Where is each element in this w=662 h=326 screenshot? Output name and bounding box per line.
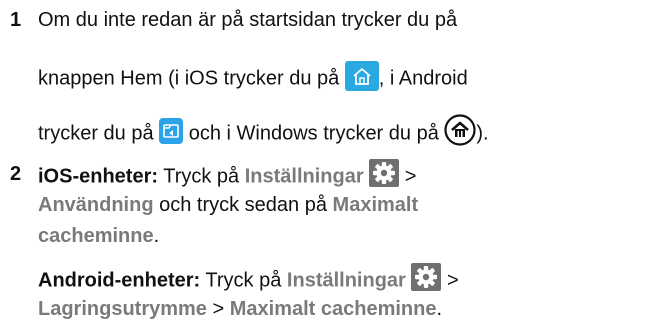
step-text: trycker du på bbox=[38, 122, 160, 145]
step-2-ios-line-3: cacheminne. bbox=[38, 225, 159, 248]
step-text: . bbox=[153, 225, 160, 247]
step-2-android-line-1: Android-enheter: Tryck på Inställningar … bbox=[38, 263, 459, 295]
step-1-line-3: trycker du på och i Windows trycker du p… bbox=[38, 114, 489, 150]
step-text: ). bbox=[476, 122, 489, 145]
step-text: > bbox=[399, 165, 417, 188]
usage-link: Användning bbox=[38, 194, 154, 216]
step-1-line-2: knappen Hem (i iOS trycker du på , i And… bbox=[38, 61, 468, 94]
android-label: Android-enheter: bbox=[38, 269, 201, 292]
step-text: > bbox=[206, 298, 230, 320]
max-cache-link: Maximalt cacheminne bbox=[229, 298, 437, 320]
step-2-ios-line-1: iOS-enheter: Tryck på Inställningar > bbox=[38, 159, 417, 191]
gear-icon bbox=[369, 159, 400, 187]
step-text: knappen Hem (i iOS trycker du på bbox=[38, 67, 345, 90]
help-page: { "step1": { "number": "1", "line1": "Om… bbox=[0, 0, 662, 326]
ios-label: iOS-enheter: bbox=[38, 165, 159, 188]
home-icon bbox=[344, 61, 379, 91]
max-cache-link: Maximalt bbox=[332, 194, 419, 216]
step-1-line-1: Om du inte redan är på startsidan trycke… bbox=[38, 9, 457, 32]
settings-link: Inställningar bbox=[286, 269, 406, 292]
windows-home-icon bbox=[444, 114, 476, 146]
step-number: 2 bbox=[10, 163, 22, 185]
step-text: Om du inte redan är på startsidan trycke… bbox=[38, 9, 458, 31]
step-text: > bbox=[441, 269, 459, 292]
step-2-ios-line-2: Användning och tryck sedan på Maximalt bbox=[38, 194, 418, 217]
step-2-android-line-2: Lagringsutrymme > Maximalt cacheminne. bbox=[38, 298, 442, 321]
max-cache-link: cacheminne bbox=[38, 225, 154, 247]
settings-link: Inställningar bbox=[244, 165, 364, 188]
step-text: Tryck på bbox=[200, 269, 287, 292]
step-number: 1 bbox=[10, 9, 22, 31]
step-text: . bbox=[436, 298, 443, 320]
gear-icon bbox=[411, 263, 442, 291]
storage-link: Lagringsutrymme bbox=[38, 298, 207, 320]
step-text: och i Windows trycker du på bbox=[183, 122, 445, 145]
android-home-icon bbox=[159, 118, 184, 144]
step-text: , i Android bbox=[378, 67, 468, 90]
step-text: och tryck sedan på bbox=[153, 194, 333, 216]
step-text: Tryck på bbox=[158, 165, 245, 188]
